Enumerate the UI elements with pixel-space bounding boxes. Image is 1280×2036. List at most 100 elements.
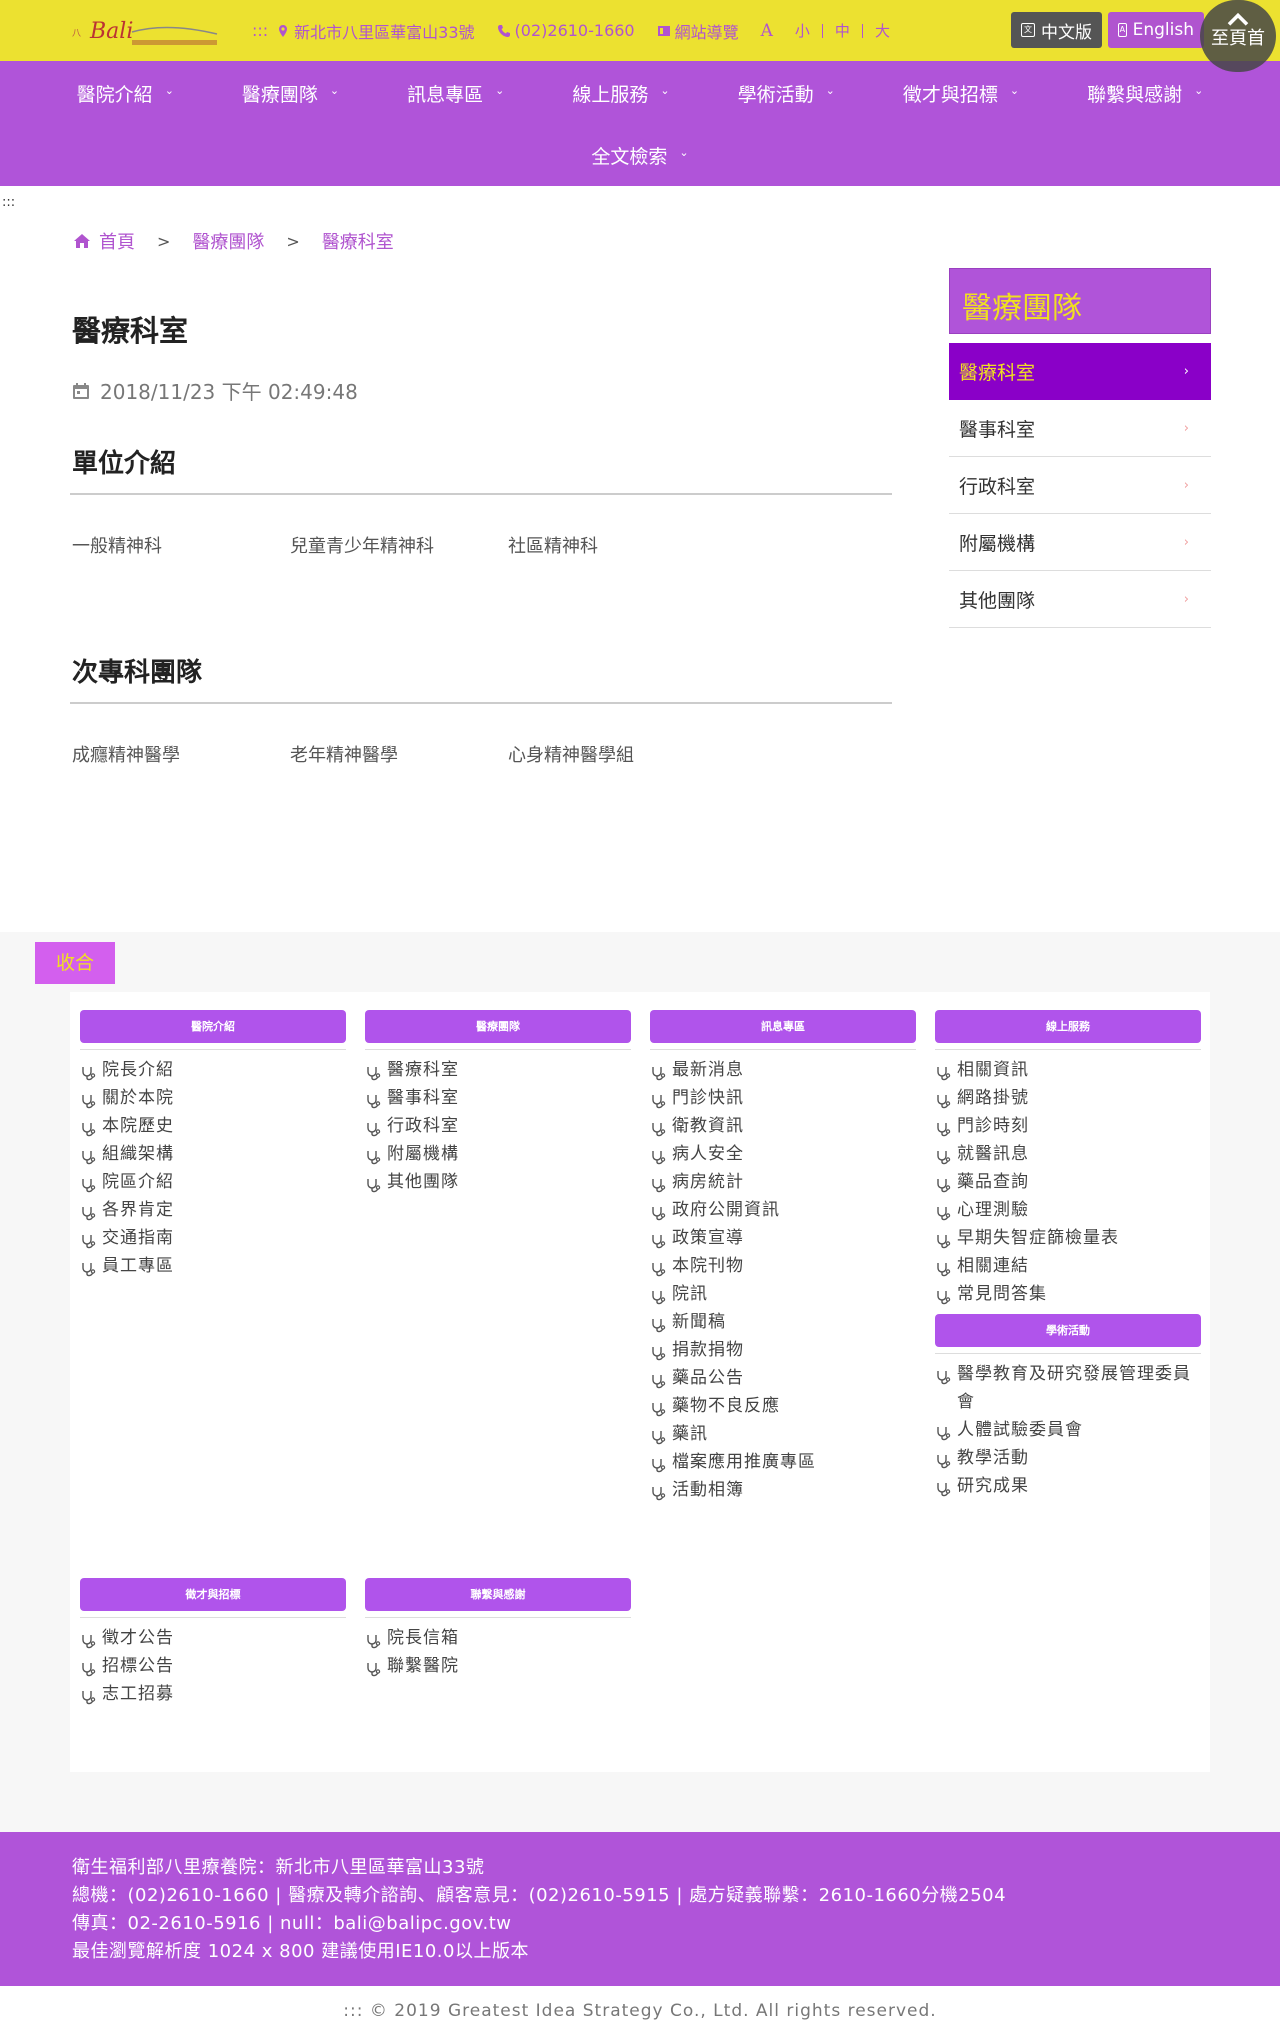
sitemap-link[interactable]: 早期失智症篩檢量表 bbox=[935, 1224, 1201, 1252]
stethoscope-icon bbox=[650, 1146, 666, 1165]
sidebar-item-admin[interactable]: 行政科室 › bbox=[949, 457, 1211, 514]
sitemap-link[interactable]: 醫事科室 bbox=[365, 1084, 631, 1112]
chevron-right-icon: › bbox=[1183, 364, 1189, 379]
sitemap-link[interactable]: 志工招募 bbox=[80, 1680, 346, 1708]
sitemap-link[interactable]: 心理測驗 bbox=[935, 1196, 1201, 1224]
nav-label: 徵才與招標 bbox=[902, 83, 998, 106]
breadcrumb-medical-team[interactable]: 醫療團隊 bbox=[192, 228, 264, 254]
sitemap-link[interactable]: 藥品公告 bbox=[650, 1364, 916, 1392]
unit-link[interactable]: 一般精神科 bbox=[72, 533, 290, 561]
font-size-small[interactable]: 小 bbox=[783, 23, 823, 38]
nav-item-academic[interactable]: 學術活動 ⌄ bbox=[738, 80, 835, 107]
sitemap-column: 訊息專區最新消息 門診快訊衛教資訊病人安全 病房統計 政府公開資訊政策宣導本院刊物院訊… bbox=[650, 1010, 916, 1504]
sitemap-link[interactable]: 徵才公告 bbox=[80, 1624, 346, 1652]
sitemap-link[interactable]: 院長信箱 bbox=[365, 1624, 631, 1652]
sitemap-link[interactable]: 政策宣導 bbox=[650, 1224, 916, 1252]
sitemap-link[interactable]: 藥物不良反應 bbox=[650, 1392, 916, 1420]
sitemap-link[interactable]: 病房統計 bbox=[650, 1168, 916, 1196]
sitemap-link[interactable]: 門診時刻 bbox=[935, 1112, 1201, 1140]
sitemap-link[interactable]: 藥品查詢 bbox=[935, 1168, 1201, 1196]
sitemap-link[interactable]: 衛教資訊 bbox=[650, 1112, 916, 1140]
sitemap-link[interactable]: 員工專區 bbox=[80, 1252, 346, 1280]
sitemap-link[interactable]: 招標公告 bbox=[80, 1652, 346, 1680]
sitemap-link-label: 研究成果 bbox=[957, 1476, 1029, 1496]
collapse-button[interactable]: 收合 bbox=[35, 942, 115, 984]
sitemap-heading[interactable]: 訊息專區 bbox=[650, 1010, 916, 1043]
subspecialty-link[interactable]: 心身精神醫學組 bbox=[508, 742, 726, 770]
sitemap-link[interactable]: 其他團隊 bbox=[365, 1168, 631, 1196]
sitemap-link[interactable]: 院長介紹 bbox=[80, 1056, 346, 1084]
phone[interactable]: (02)2610-1660 bbox=[497, 21, 635, 40]
sitemap-link[interactable]: 網站導覽 bbox=[657, 19, 739, 43]
sitemap-link[interactable]: 教學活動 bbox=[935, 1444, 1201, 1472]
nav-item-online-service[interactable]: 線上服務 ⌄ bbox=[572, 80, 669, 107]
sitemap-link[interactable]: 網路掛號 bbox=[935, 1084, 1201, 1112]
sitemap-link[interactable]: 檔案應用推廣專區 bbox=[650, 1448, 916, 1476]
sidebar-item-affiliates[interactable]: 附屬機構 › bbox=[949, 514, 1211, 571]
nav-item-recruit[interactable]: 徵才與招標 ⌄ bbox=[903, 80, 1019, 107]
sitemap-link[interactable]: 行政科室 bbox=[365, 1112, 631, 1140]
sitemap-link[interactable]: 本院歷史 bbox=[80, 1112, 346, 1140]
sitemap-link[interactable]: 相關資訊 bbox=[935, 1056, 1201, 1084]
address-text: 新北市八里區華富山33號 bbox=[294, 22, 475, 42]
font-size-large[interactable]: 大 bbox=[863, 23, 902, 38]
sitemap-link[interactable]: 院訊 bbox=[650, 1280, 916, 1308]
sitemap-link[interactable]: 捐款捐物 bbox=[650, 1336, 916, 1364]
font-size-medium[interactable]: 中 bbox=[823, 23, 863, 38]
unit-link[interactable]: 兒童青少年精神科 bbox=[290, 533, 508, 561]
sitemap-link[interactable]: 交通指南 bbox=[80, 1224, 346, 1252]
sitemap-link[interactable]: 附屬機構 bbox=[365, 1140, 631, 1168]
logo[interactable]: 八 Bali bbox=[72, 14, 222, 48]
sitemap-link[interactable]: 病人安全 bbox=[650, 1140, 916, 1168]
sitemap-link[interactable]: 醫學教育及研究發展管理委員會 bbox=[935, 1360, 1201, 1416]
sitemap-link[interactable]: 醫療科室 bbox=[365, 1056, 631, 1084]
lang-en-button[interactable]: A English bbox=[1108, 12, 1204, 48]
nav-item-news[interactable]: 訊息專區 ⌄ bbox=[407, 80, 504, 107]
sitemap-link-label: 衛教資訊 bbox=[672, 1116, 744, 1136]
sitemap-link-label: 院訊 bbox=[672, 1284, 708, 1304]
back-to-top-button[interactable]: 至頁首 bbox=[1200, 0, 1276, 72]
sitemap-link[interactable]: 藥訊 bbox=[650, 1420, 916, 1448]
sitemap-heading[interactable]: 徵才與招標 bbox=[80, 1578, 346, 1611]
address[interactable]: ::: 新北市八里區華富山33號 bbox=[252, 19, 475, 43]
unit-link[interactable]: 社區精神科 bbox=[508, 533, 726, 561]
nav-item-hospital[interactable]: 醫院介紹 ⌄ bbox=[77, 80, 174, 107]
sitemap-link[interactable]: 聯繫醫院 bbox=[365, 1652, 631, 1680]
sidebar-item-other[interactable]: 其他團隊 › bbox=[949, 571, 1211, 628]
sitemap-link[interactable]: 門診快訊 bbox=[650, 1084, 916, 1112]
breadcrumb-home[interactable]: 首頁 bbox=[99, 228, 135, 254]
sitemap-link[interactable]: 研究成果 bbox=[935, 1472, 1201, 1500]
chevron-down-icon: ⌄ bbox=[164, 83, 174, 97]
sitemap-heading[interactable]: 醫院介紹 bbox=[80, 1010, 346, 1043]
nav-item-search[interactable]: 全文檢索 ⌄ bbox=[591, 142, 688, 169]
sidebar-item-medical-dept[interactable]: 醫療科室 › bbox=[949, 343, 1211, 400]
sidebar-item-medical-affairs[interactable]: 醫事科室 › bbox=[949, 400, 1211, 457]
sitemap-link[interactable]: 關於本院 bbox=[80, 1084, 346, 1112]
sitemap-link[interactable]: 最新消息 bbox=[650, 1056, 916, 1084]
nav-item-medical-team[interactable]: 醫療團隊 ⌄ bbox=[242, 80, 339, 107]
sitemap-link[interactable]: 本院刊物 bbox=[650, 1252, 916, 1280]
main-nav: 醫院介紹 ⌄ 醫療團隊 ⌄ 訊息專區 ⌄ 線上服務 ⌄ 學術活動 ⌄ 徵才與招標 ⌄ 聯繫與… bbox=[0, 61, 1280, 186]
sitemap-link[interactable]: 人體試驗委員會 bbox=[935, 1416, 1201, 1444]
subspecialty-link[interactable]: 成癮精神醫學 bbox=[72, 742, 290, 770]
sitemap-link[interactable]: 院區介紹 bbox=[80, 1168, 346, 1196]
sitemap-link[interactable]: 常見問答集 bbox=[935, 1280, 1201, 1308]
lang-zh-button[interactable]: 文 中文版 bbox=[1011, 12, 1102, 48]
sitemap-heading[interactable]: 醫療團隊 bbox=[365, 1010, 631, 1043]
sitemap-link[interactable]: 政府公開資訊 bbox=[650, 1196, 916, 1224]
sitemap-link[interactable]: 就醫訊息 bbox=[935, 1140, 1201, 1168]
sitemap-link[interactable]: 相關連結 bbox=[935, 1252, 1201, 1280]
sitemap-link-label: 政策宣導 bbox=[672, 1228, 744, 1248]
sitemap-heading[interactable]: 線上服務 bbox=[935, 1010, 1201, 1043]
sitemap-link[interactable]: 各界肯定 bbox=[80, 1196, 346, 1224]
subspecialty-link[interactable]: 老年精神醫學 bbox=[290, 742, 508, 770]
stethoscope-icon bbox=[650, 1118, 666, 1137]
sitemap-heading[interactable]: 學術活動 bbox=[935, 1314, 1201, 1347]
sitemap-heading[interactable]: 聯繫與感謝 bbox=[365, 1578, 631, 1611]
breadcrumb-current[interactable]: 醫療科室 bbox=[322, 228, 394, 254]
sitemap-link[interactable]: 活動相簿 bbox=[650, 1476, 916, 1504]
sitemap-link[interactable]: 組織架構 bbox=[80, 1140, 346, 1168]
nav-item-contact[interactable]: 聯繫與感謝 ⌄ bbox=[1087, 80, 1203, 107]
skip-marker[interactable]: ::: bbox=[2, 195, 15, 210]
sitemap-link[interactable]: 新聞稿 bbox=[650, 1308, 916, 1336]
